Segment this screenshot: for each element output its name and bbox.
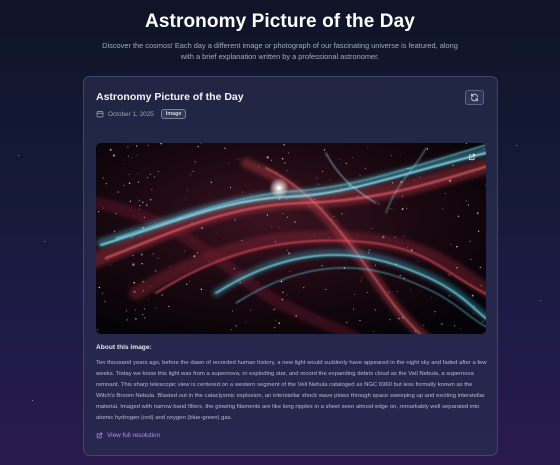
- page-title: Astronomy Picture of the Day: [145, 11, 415, 32]
- view-full-resolution-link[interactable]: View full resolution: [96, 432, 160, 439]
- background-star: [32, 400, 33, 401]
- full-resolution-label: View full resolution: [107, 432, 161, 439]
- refresh-icon: [471, 93, 478, 102]
- background-star: [18, 155, 19, 156]
- card-title: Astronomy Picture of the Day: [96, 91, 244, 103]
- refresh-button[interactable]: [465, 90, 484, 105]
- apod-image[interactable]: [96, 143, 486, 334]
- calendar-icon: [96, 111, 104, 118]
- external-link-icon: [468, 153, 476, 161]
- background-star: [540, 300, 541, 301]
- external-link-button[interactable]: [466, 151, 478, 163]
- image-explanation: Ten thousand years ago, before the dawn …: [96, 360, 487, 421]
- page-header: Astronomy Picture of the Day Discover th…: [0, 0, 560, 62]
- about-heading: About this image:: [96, 344, 152, 351]
- media-type-badge: Image: [160, 109, 187, 119]
- apod-date: October 1, 2025: [108, 110, 154, 118]
- external-link-icon: [96, 432, 103, 439]
- background-star: [44, 241, 45, 242]
- background-star: [516, 145, 517, 146]
- apod-card: Astronomy Picture of the Day October 1, …: [83, 76, 498, 456]
- veil-nebula-image: [96, 143, 486, 334]
- page-subtitle: Discover the cosmos! Each day a differen…: [102, 41, 458, 61]
- meta-row: October 1, 2025 Image: [96, 109, 187, 119]
